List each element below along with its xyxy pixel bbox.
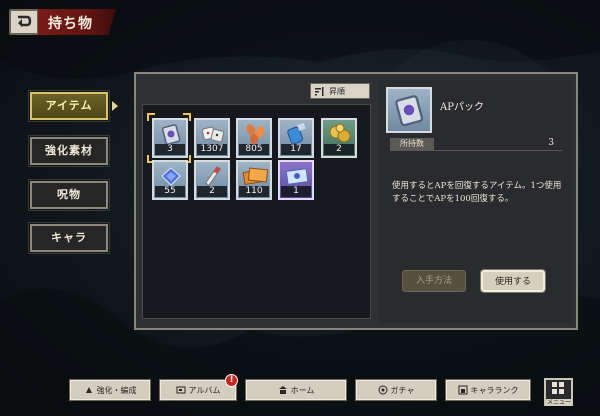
item-slot-gold-coins[interactable]: 2 [321, 118, 357, 158]
item-count: 110 [239, 186, 269, 197]
selection-corner [147, 113, 155, 121]
item-slot-dice[interactable]: 1307 [194, 118, 230, 158]
album-icon [176, 386, 186, 394]
back-arrow-icon [18, 15, 32, 27]
item-description: 使用するとAPを回復するアイテム。1つ使用することでAPを100回復する。 [392, 181, 562, 204]
detail-item-name: APパック [440, 102, 484, 113]
quantity-row: 所持数 3 [390, 138, 562, 151]
gem-icon [161, 167, 181, 186]
active-tab-arrow-icon [112, 101, 118, 111]
quantity-label: 所持数 [390, 138, 434, 150]
nav-label: ホーム [290, 385, 315, 395]
item-count: 17 [281, 144, 311, 155]
tab-materials[interactable]: 強化素材 [28, 135, 110, 167]
ranking-icon [458, 385, 467, 395]
sort-icon [315, 86, 324, 96]
item-count: 55 [155, 186, 185, 197]
dice-icon [201, 126, 225, 143]
selection-corner [183, 113, 191, 121]
menu-label: メニュー [546, 399, 572, 406]
item-slot-orange-ticket[interactable]: 110 [236, 160, 272, 200]
grid-menu-icon [552, 382, 564, 394]
orange-ticket-icon [242, 167, 269, 186]
gold-coins-icon [329, 123, 351, 143]
item-count: 2 [324, 144, 354, 155]
item-count: 805 [239, 144, 269, 155]
nav-label: キャラランク [470, 385, 519, 395]
nav-enhance-button[interactable]: 強化・編成 [69, 379, 151, 401]
ap-pack-icon [161, 124, 181, 145]
quantity-value: 3 [548, 138, 554, 148]
detail-item-image [386, 87, 432, 133]
ap-pack-icon [395, 95, 424, 127]
obtain-method-button[interactable]: 入手方法 [402, 270, 466, 292]
nav-label: アルバム [188, 385, 221, 395]
gacha-icon [378, 385, 388, 395]
tab-items[interactable]: アイテム [28, 90, 110, 122]
item-count: 1 [281, 186, 311, 197]
sort-button[interactable]: 昇順 [310, 83, 370, 99]
tab-characters[interactable]: キャラ [28, 222, 110, 254]
potion-icon [287, 122, 306, 145]
sort-label: 昇順 [329, 86, 345, 96]
item-slot-crystal-wand[interactable]: 2 [194, 160, 230, 200]
item-slot-petals[interactable]: 805 [236, 118, 272, 158]
nav-gacha-button[interactable]: ガチャ [355, 379, 437, 401]
blue-ticket-icon [285, 168, 309, 185]
nav-ranking-button[interactable]: キャラランク [445, 379, 531, 401]
use-item-button[interactable]: 使用する [480, 269, 546, 293]
item-slot-blue-ticket[interactable]: 1 [278, 160, 314, 200]
item-slot-potion[interactable]: 17 [278, 118, 314, 158]
back-button[interactable] [9, 9, 39, 35]
item-count: 3 [155, 144, 185, 155]
nav-home-button[interactable]: ホーム [245, 379, 347, 401]
item-count: 2 [197, 186, 227, 197]
nav-label: 強化・編成 [96, 385, 137, 395]
album-alert-badge: ! [225, 374, 238, 387]
item-slot-gem[interactable]: 55 [152, 160, 188, 200]
item-slot-ap-pack[interactable]: 3 [152, 118, 188, 158]
item-count: 1307 [197, 144, 227, 155]
page-title: 持ち物 [38, 9, 116, 35]
petals-icon [246, 124, 265, 144]
crystal-wand-icon [204, 165, 222, 187]
nav-label: ガチャ [390, 385, 415, 395]
enhance-icon [85, 387, 92, 393]
tab-curses[interactable]: 呪物 [28, 179, 110, 211]
home-icon [278, 386, 287, 394]
